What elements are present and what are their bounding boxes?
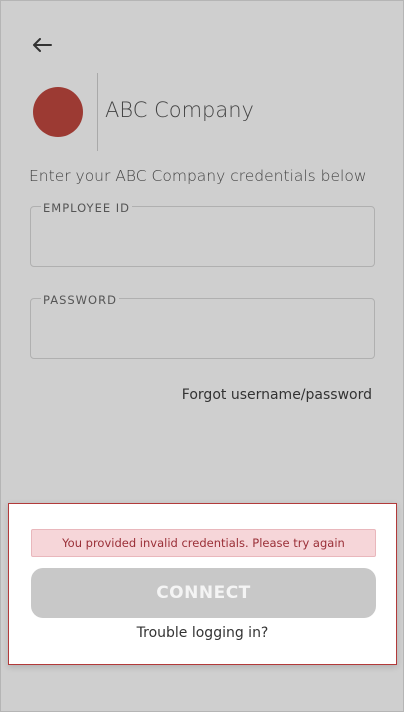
arrow-left-icon	[33, 38, 52, 52]
error-banner: You provided invalid credentials. Please…	[31, 529, 376, 557]
trouble-logging-in-link[interactable]: Trouble logging in?	[9, 625, 396, 641]
employee-id-field[interactable]: EMPLOYEE ID	[30, 201, 375, 267]
instructions-text: Enter your ABC Company credentials below	[29, 167, 367, 185]
password-label: PASSWORD	[41, 293, 119, 307]
bottom-sheet: You provided invalid credentials. Please…	[8, 503, 397, 665]
company-name: ABC Company	[105, 98, 254, 122]
employee-id-label: EMPLOYEE ID	[41, 201, 133, 215]
employee-id-input[interactable]	[42, 225, 366, 257]
brand-divider	[97, 73, 98, 151]
login-screen: ABC Company Enter your ABC Company crede…	[0, 0, 404, 712]
brand-header: ABC Company	[33, 73, 373, 151]
forgot-credentials-link[interactable]: Forgot username/password	[182, 387, 372, 403]
password-input[interactable]	[42, 317, 366, 349]
back-button[interactable]	[30, 34, 54, 56]
company-logo	[33, 87, 83, 137]
password-field[interactable]: PASSWORD	[30, 293, 375, 359]
connect-button[interactable]: CONNECT	[31, 568, 376, 618]
